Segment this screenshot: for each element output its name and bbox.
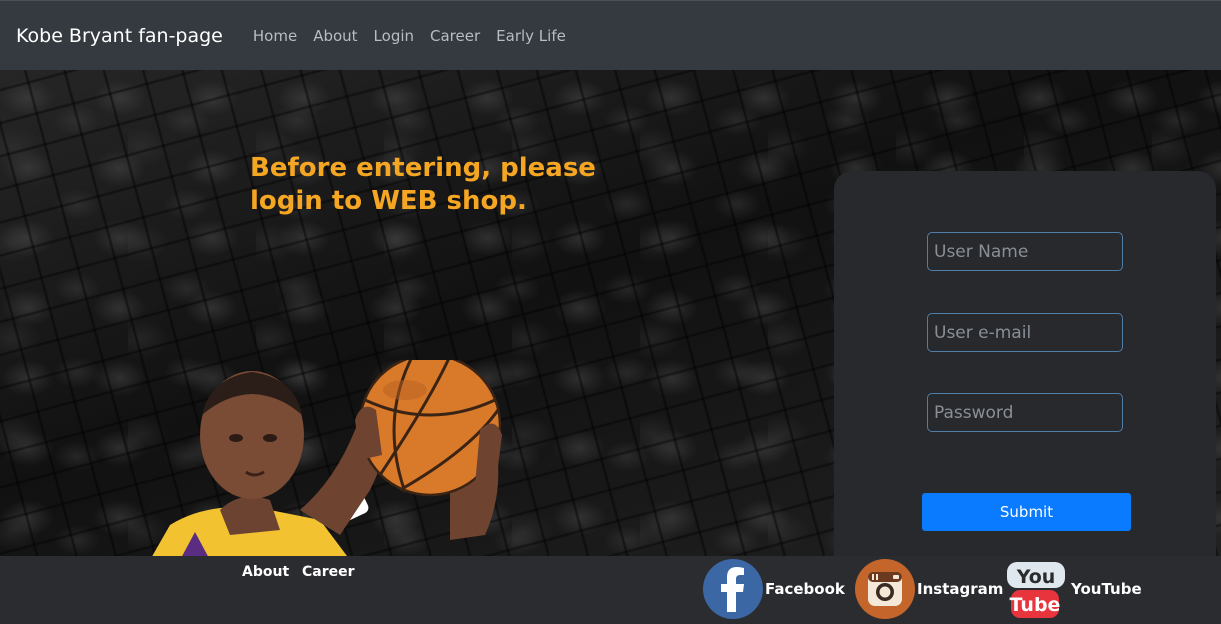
footer-link-career[interactable]: Career [302, 564, 355, 580]
nav-link-career[interactable]: Career [430, 27, 480, 45]
hero-section: Before entering, please login to WEB sho… [0, 70, 1221, 556]
nav-link-home[interactable]: Home [253, 27, 297, 45]
youtube-icon: You Tube [1003, 558, 1069, 620]
password-input[interactable] [927, 393, 1123, 432]
nav-links: Home About Login Career Early Life [253, 27, 582, 45]
instagram-label: Instagram [917, 580, 1004, 598]
email-input[interactable] [927, 313, 1123, 352]
login-card: Submit [834, 171, 1216, 556]
hero-headline: Before entering, please login to WEB sho… [250, 153, 596, 216]
brand-title[interactable]: Kobe Bryant fan-page [16, 25, 223, 47]
nav-link-early-life[interactable]: Early Life [496, 27, 566, 45]
navbar: Kobe Bryant fan-page Home About Login Ca… [0, 0, 1221, 70]
footer: About Career Facebook Instagram You Tube… [0, 556, 1221, 624]
svg-text:You: You [1016, 566, 1056, 588]
instagram-icon [855, 559, 915, 619]
username-input[interactable] [927, 232, 1123, 271]
nav-link-login[interactable]: Login [374, 27, 414, 45]
facebook-link[interactable]: Facebook [703, 558, 845, 620]
facebook-label: Facebook [765, 580, 845, 598]
nav-link-about[interactable]: About [313, 27, 357, 45]
youtube-link[interactable]: You Tube YouTube [1003, 558, 1142, 620]
submit-button[interactable]: Submit [922, 493, 1131, 531]
facebook-icon [703, 559, 763, 619]
footer-link-about[interactable]: About [242, 564, 289, 580]
svg-text:Tube: Tube [1010, 594, 1061, 616]
youtube-label: YouTube [1071, 580, 1142, 598]
instagram-link[interactable]: Instagram [855, 558, 1003, 620]
player-with-basketball-image [152, 360, 502, 556]
